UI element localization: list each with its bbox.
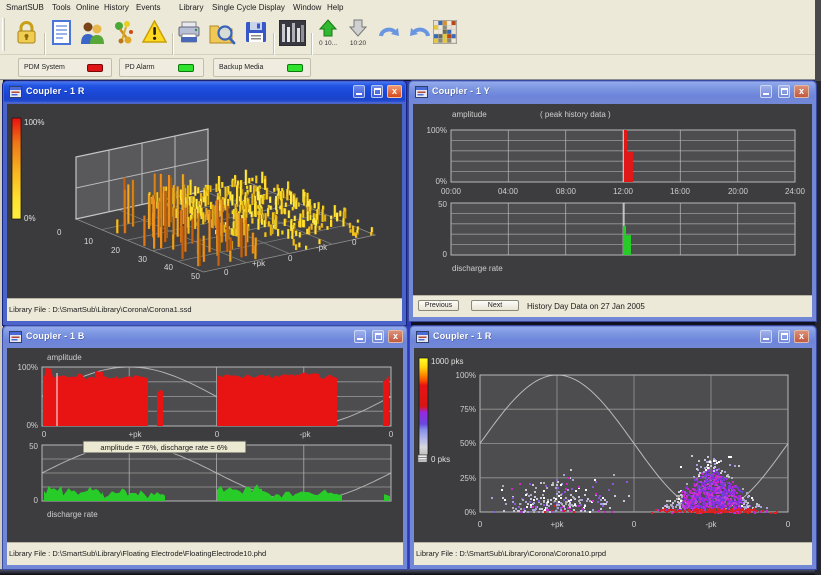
svg-text:+pk: +pk xyxy=(550,520,564,529)
svg-text:0 pks: 0 pks xyxy=(431,455,450,464)
svg-text:0 10...: 0 10... xyxy=(319,40,337,47)
svg-text:0: 0 xyxy=(215,430,220,439)
svg-text:00:00: 00:00 xyxy=(441,187,462,196)
svg-text:0: 0 xyxy=(443,250,448,259)
svg-text:04:00: 04:00 xyxy=(498,187,519,196)
svg-text:50: 50 xyxy=(29,442,38,451)
svg-text:1000 pks: 1000 pks xyxy=(431,357,463,366)
svg-text:amplitude: amplitude xyxy=(47,353,82,362)
svg-text:24:00: 24:00 xyxy=(785,187,806,196)
svg-text:16:00: 16:00 xyxy=(670,187,691,196)
svg-text:0: 0 xyxy=(632,520,637,529)
svg-text:12:00: 12:00 xyxy=(613,187,634,196)
svg-text:0: 0 xyxy=(389,430,394,439)
svg-text:75%: 75% xyxy=(460,405,476,414)
svg-text:10:20: 10:20 xyxy=(350,40,367,47)
svg-text:100%: 100% xyxy=(427,126,447,135)
svg-text:50: 50 xyxy=(438,200,447,209)
svg-text:0: 0 xyxy=(34,496,39,505)
svg-text:0: 0 xyxy=(42,430,47,439)
svg-text:-pk: -pk xyxy=(299,430,311,439)
svg-text:0: 0 xyxy=(224,268,229,277)
svg-text:50: 50 xyxy=(191,272,200,281)
svg-text:20: 20 xyxy=(111,246,120,255)
svg-text:0%: 0% xyxy=(26,421,38,430)
svg-text:100%: 100% xyxy=(456,371,476,380)
svg-text:0: 0 xyxy=(786,520,791,529)
svg-text:0: 0 xyxy=(478,520,483,529)
svg-text:discharge rate: discharge rate xyxy=(47,510,98,519)
svg-text:discharge rate: discharge rate xyxy=(452,264,503,273)
svg-text:0%: 0% xyxy=(464,508,476,517)
svg-text:0: 0 xyxy=(288,254,293,263)
svg-text:+pk: +pk xyxy=(128,430,142,439)
svg-text:100%: 100% xyxy=(24,118,44,127)
svg-text:-pk: -pk xyxy=(316,243,328,252)
svg-text:20:00: 20:00 xyxy=(728,187,749,196)
svg-text:-pk: -pk xyxy=(705,520,717,529)
svg-text:0%: 0% xyxy=(24,214,36,223)
svg-text:0%: 0% xyxy=(435,177,447,186)
svg-text:08:00: 08:00 xyxy=(556,187,577,196)
svg-text:50%: 50% xyxy=(460,439,476,448)
svg-text:amplitude: amplitude xyxy=(452,110,487,119)
svg-text:( peak history data ): ( peak history data ) xyxy=(540,110,611,119)
svg-text:0: 0 xyxy=(57,228,62,237)
svg-text:0: 0 xyxy=(352,238,357,247)
svg-text:100%: 100% xyxy=(18,363,38,372)
svg-text:40: 40 xyxy=(164,263,173,272)
svg-text:30: 30 xyxy=(138,255,147,264)
svg-text:+pk: +pk xyxy=(252,259,266,268)
svg-text:amplitude = 76%, discharge rat: amplitude = 76%, discharge rate = 6% xyxy=(100,443,227,452)
svg-text:10: 10 xyxy=(84,237,93,246)
svg-text:25%: 25% xyxy=(460,474,476,483)
